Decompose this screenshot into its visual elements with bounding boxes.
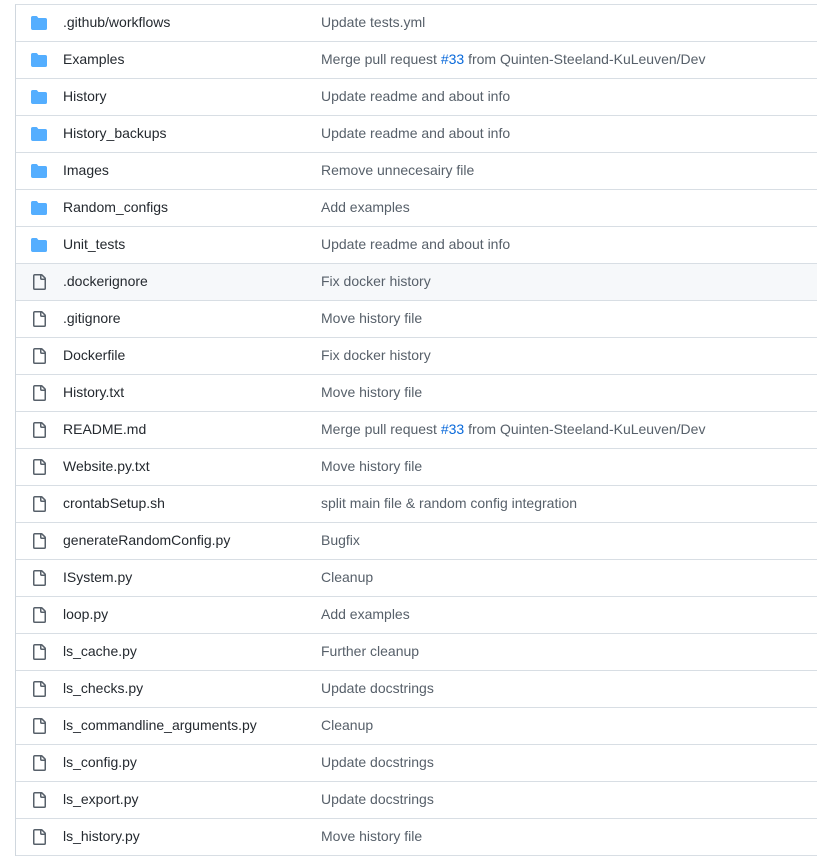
commit-message-link[interactable]: Bugfix (321, 532, 360, 548)
file-row[interactable]: .dockerignore Fix docker history (16, 264, 817, 301)
file-row[interactable]: ls_commandline_arguments.py Cleanup (16, 708, 817, 745)
file-icon (31, 348, 47, 364)
file-row[interactable]: Images Remove unnecesairy file (16, 153, 817, 190)
file-icon (31, 829, 47, 845)
file-row[interactable]: Examples Merge pull request #33 from Qui… (16, 42, 817, 79)
file-name-link[interactable]: .github/workflows (63, 14, 170, 30)
commit-message-link[interactable]: Fix docker history (321, 347, 431, 363)
file-icon (31, 792, 47, 808)
file-name-link[interactable]: ls_config.py (63, 754, 137, 770)
file-name-link[interactable]: generateRandomConfig.py (63, 532, 230, 548)
folder-icon (31, 200, 47, 216)
commit-message-link[interactable]: Move history file (321, 458, 422, 474)
commit-message-link[interactable]: Add examples (321, 606, 410, 622)
file-name-link[interactable]: .dockerignore (63, 273, 148, 289)
file-name-link[interactable]: Random_configs (63, 199, 168, 215)
file-icon (31, 496, 47, 512)
commit-message-link[interactable]: Move history file (321, 310, 422, 326)
file-icon (31, 644, 47, 660)
folder-icon (31, 163, 47, 179)
file-name-link[interactable]: History (63, 88, 107, 104)
file-icon (31, 570, 47, 586)
folder-icon (31, 237, 47, 253)
pull-request-link[interactable]: #33 (441, 421, 464, 437)
file-name-link[interactable]: History_backups (63, 125, 167, 141)
file-name-link[interactable]: .gitignore (63, 310, 121, 326)
commit-message-link[interactable]: Merge pull request #33 from Quinten-Stee… (321, 51, 705, 67)
file-name-link[interactable]: ls_commandline_arguments.py (63, 717, 257, 733)
commit-message-link[interactable]: Update docstrings (321, 754, 434, 770)
file-row[interactable]: ls_checks.py Update docstrings (16, 671, 817, 708)
file-name-link[interactable]: Website.py.txt (63, 458, 150, 474)
file-name-link[interactable]: Unit_tests (63, 236, 125, 252)
file-name-link[interactable]: Dockerfile (63, 347, 125, 363)
file-icon (31, 385, 47, 401)
file-row[interactable]: History Update readme and about info (16, 79, 817, 116)
file-row[interactable]: Unit_tests Update readme and about info (16, 227, 817, 264)
commit-message-link[interactable]: Move history file (321, 384, 422, 400)
commit-message-link[interactable]: Update tests.yml (321, 14, 425, 30)
file-row[interactable]: ls_export.py Update docstrings (16, 782, 817, 819)
commit-message-text: Merge pull request (321, 421, 441, 437)
file-icon (31, 422, 47, 438)
commit-message-text: Merge pull request (321, 51, 441, 67)
file-icon (31, 533, 47, 549)
file-name-link[interactable]: Examples (63, 51, 124, 67)
file-row[interactable]: ls_config.py Update docstrings (16, 745, 817, 782)
file-list: .github/workflows Update tests.yml Examp… (15, 4, 817, 856)
folder-icon (31, 15, 47, 31)
file-row[interactable]: History.txt Move history file (16, 375, 817, 412)
file-name-link[interactable]: README.md (63, 421, 146, 437)
commit-message-link[interactable]: Update readme and about info (321, 236, 510, 252)
file-row[interactable]: README.md Merge pull request #33 from Qu… (16, 412, 817, 449)
file-icon (31, 459, 47, 475)
file-row[interactable]: History_backups Update readme and about … (16, 116, 817, 153)
folder-icon (31, 126, 47, 142)
commit-message-link[interactable]: Remove unnecesairy file (321, 162, 474, 178)
commit-message-link[interactable]: Update readme and about info (321, 125, 510, 141)
file-name-link[interactable]: History.txt (63, 384, 124, 400)
file-name-link[interactable]: ISystem.py (63, 569, 132, 585)
pull-request-link[interactable]: #33 (441, 51, 464, 67)
commit-message-link[interactable]: Cleanup (321, 569, 373, 585)
commit-message-text: from Quinten-Steeland-KuLeuven/Dev (464, 51, 706, 67)
commit-message-link[interactable]: Further cleanup (321, 643, 419, 659)
commit-message-link[interactable]: Fix docker history (321, 273, 431, 289)
file-row[interactable]: loop.py Add examples (16, 597, 817, 634)
file-row[interactable]: Dockerfile Fix docker history (16, 338, 817, 375)
file-icon (31, 311, 47, 327)
file-name-link[interactable]: Images (63, 162, 109, 178)
folder-icon (31, 89, 47, 105)
commit-message-link[interactable]: split main file & random config integrat… (321, 495, 577, 511)
file-icon (31, 274, 47, 290)
file-row[interactable]: ISystem.py Cleanup (16, 560, 817, 597)
commit-message-link[interactable]: Update docstrings (321, 680, 434, 696)
file-name-link[interactable]: ls_export.py (63, 791, 138, 807)
file-icon (31, 681, 47, 697)
file-name-link[interactable]: loop.py (63, 606, 108, 622)
file-row[interactable]: Website.py.txt Move history file (16, 449, 817, 486)
file-row[interactable]: ls_history.py Move history file (16, 819, 817, 856)
commit-message-link[interactable]: Update docstrings (321, 791, 434, 807)
file-row[interactable]: ls_cache.py Further cleanup (16, 634, 817, 671)
commit-message-link[interactable]: Add examples (321, 199, 410, 215)
commit-message-link[interactable]: Move history file (321, 828, 422, 844)
file-icon (31, 607, 47, 623)
commit-message-link[interactable]: Cleanup (321, 717, 373, 733)
folder-icon (31, 52, 47, 68)
commit-message-text: from Quinten-Steeland-KuLeuven/Dev (464, 421, 706, 437)
file-name-link[interactable]: crontabSetup.sh (63, 495, 165, 511)
file-row[interactable]: generateRandomConfig.py Bugfix (16, 523, 817, 560)
commit-message-link[interactable]: Merge pull request #33 from Quinten-Stee… (321, 421, 705, 437)
file-name-link[interactable]: ls_checks.py (63, 680, 143, 696)
file-row[interactable]: .github/workflows Update tests.yml (16, 5, 817, 42)
file-row[interactable]: Random_configs Add examples (16, 190, 817, 227)
file-icon (31, 718, 47, 734)
file-row[interactable]: crontabSetup.sh split main file & random… (16, 486, 817, 523)
file-icon (31, 755, 47, 771)
file-name-link[interactable]: ls_history.py (63, 828, 140, 844)
commit-message-link[interactable]: Update readme and about info (321, 88, 510, 104)
file-name-link[interactable]: ls_cache.py (63, 643, 137, 659)
file-row[interactable]: .gitignore Move history file (16, 301, 817, 338)
